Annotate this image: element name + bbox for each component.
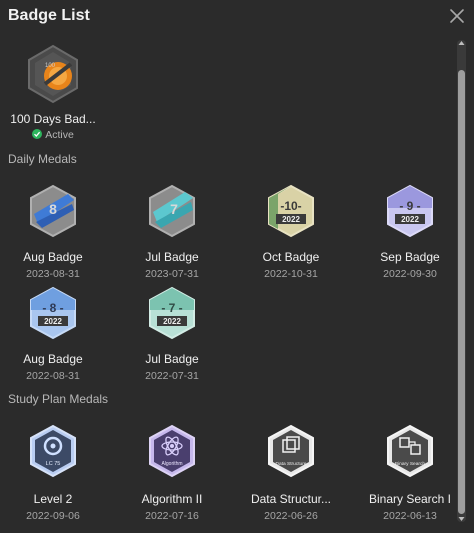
- scrollbar-thumb[interactable]: [458, 70, 465, 514]
- svg-text:Binary Search: Binary Search: [395, 461, 425, 467]
- svg-text:- 9 -: - 9 -: [399, 199, 420, 213]
- lc75-badge-icon: LC 75: [30, 424, 76, 478]
- study-badge-level-2[interactable]: LC 75 Level 2 2022-09-06: [0, 424, 109, 524]
- badge-date: 2023-07-31: [145, 268, 199, 280]
- badge-list-header: Badge List: [0, 0, 474, 34]
- scroll-down-arrow-icon[interactable]: [457, 514, 466, 524]
- daily-badge-aug-2023[interactable]: 8 Aug Badge 2023-08-31: [0, 184, 109, 284]
- svg-text:- 7 -: - 7 -: [161, 301, 182, 315]
- aug-2023-badge-icon: 8: [30, 184, 76, 238]
- svg-text:-10-: -10-: [280, 199, 301, 213]
- badge-name: Aug Badge: [23, 352, 83, 366]
- svg-text:7: 7: [170, 201, 178, 217]
- daily-badge-oct-2022[interactable]: -10- 2022 Oct Badge 2022-10-31: [235, 184, 347, 284]
- study-badge-data-structure[interactable]: Data Structure Data Structur... 2022-06-…: [235, 424, 347, 524]
- daily-medals-label: Daily Medals: [8, 152, 77, 166]
- svg-text:- 8 -: - 8 -: [42, 301, 63, 315]
- badge-date: 2022-07-31: [145, 370, 199, 382]
- oct-2022-badge-icon: -10- 2022: [268, 184, 314, 238]
- daily-badge-jul-2022[interactable]: - 7 - 2022 Jul Badge 2022-07-31: [116, 286, 228, 386]
- badge-date: 2022-09-30: [383, 268, 437, 280]
- badge-name: 100 Days Bad...: [10, 112, 96, 126]
- svg-text:2022: 2022: [282, 215, 300, 224]
- badge-date: 2022-07-16: [145, 510, 199, 522]
- badge-date: 2023-08-31: [26, 268, 80, 280]
- status-text: Active: [45, 129, 74, 141]
- svg-text:8: 8: [49, 201, 57, 217]
- badge-date: 2022-10-31: [264, 268, 318, 280]
- algorithm-badge-icon: Algorithm: [149, 424, 195, 478]
- badge-name: Data Structur...: [250, 492, 332, 506]
- svg-text:LC 75: LC 75: [46, 461, 61, 467]
- badge-name: Binary Search I: [368, 492, 452, 506]
- badge-name: Sep Badge: [380, 250, 440, 264]
- badge-name: Oct Badge: [262, 250, 320, 264]
- data-structure-badge-icon: Data Structure: [268, 424, 314, 478]
- status-badge: Active: [0, 129, 109, 141]
- jul-2023-badge-icon: 7: [149, 184, 195, 238]
- svg-text:Data Structure: Data Structure: [276, 461, 307, 467]
- aug-2022-badge-icon: - 8 - 2022: [30, 286, 76, 340]
- svg-text:2022: 2022: [163, 317, 181, 326]
- badge-name: Jul Badge: [145, 250, 199, 264]
- badge-date: 2022-08-31: [26, 370, 80, 382]
- badge-name: Algorithm II: [141, 492, 203, 506]
- study-badge-algorithm-ii[interactable]: Algorithm Algorithm II 2022-07-16: [116, 424, 228, 524]
- close-icon[interactable]: [449, 8, 465, 24]
- binary-search-badge-icon: Binary Search: [387, 424, 433, 478]
- check-circle-icon: [32, 129, 43, 139]
- svg-text:2022: 2022: [44, 317, 62, 326]
- scroll-up-arrow-icon[interactable]: [457, 38, 466, 48]
- daily-badge-aug-2022[interactable]: - 8 - 2022 Aug Badge 2022-08-31: [0, 286, 109, 386]
- sep-2022-badge-icon: - 9 - 2022: [387, 184, 433, 238]
- daily-badge-jul-2023[interactable]: 7 Jul Badge 2023-07-31: [116, 184, 228, 284]
- svg-text:100: 100: [45, 63, 56, 69]
- badge-date: 2022-06-13: [383, 510, 437, 522]
- badge-name: Aug Badge: [23, 250, 83, 264]
- svg-text:2022: 2022: [401, 215, 419, 224]
- badge-date: 2022-09-06: [26, 510, 80, 522]
- featured-badge[interactable]: 100 100 Days Bad... Active: [0, 44, 109, 144]
- study-badge-binary-search-i[interactable]: Binary Search Binary Search I 2022-06-13: [354, 424, 466, 524]
- 100-days-badge-icon: 100: [28, 44, 78, 104]
- study-plan-medals-label: Study Plan Medals: [8, 392, 109, 406]
- jul-2022-badge-icon: - 7 - 2022: [149, 286, 195, 340]
- svg-text:Algorithm: Algorithm: [161, 461, 182, 467]
- badge-name: Level 2: [33, 492, 73, 506]
- badge-name: Jul Badge: [145, 352, 199, 366]
- daily-badge-sep-2022[interactable]: - 9 - 2022 Sep Badge 2022-09-30: [354, 184, 466, 284]
- page-title: Badge List: [8, 7, 90, 24]
- badge-date: 2022-06-26: [264, 510, 318, 522]
